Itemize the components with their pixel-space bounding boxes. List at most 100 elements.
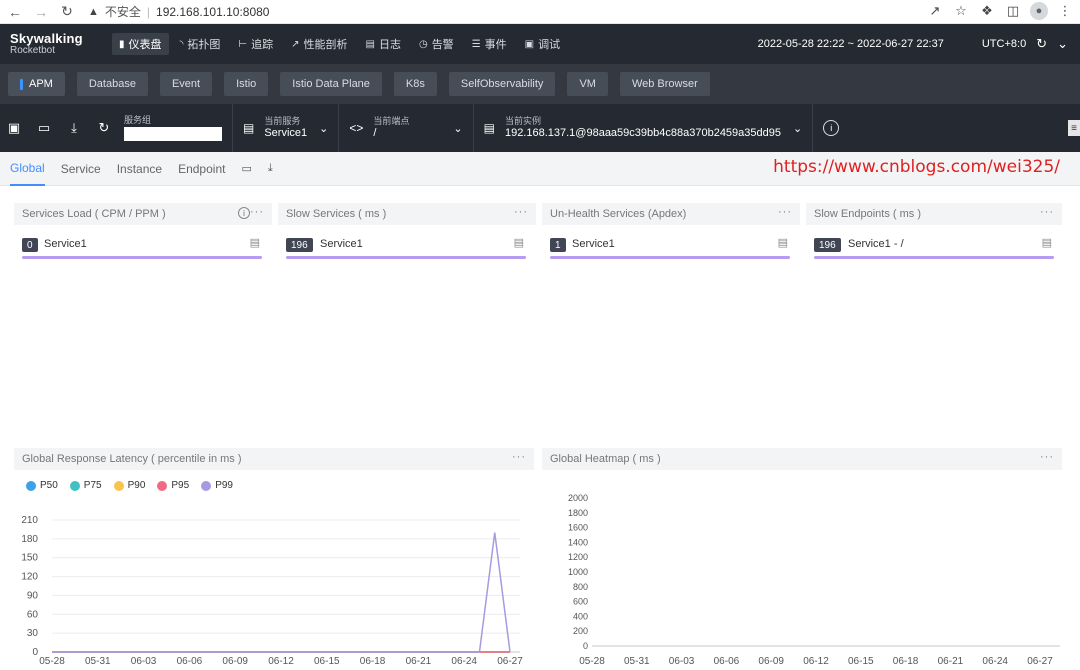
legend-item-p50[interactable]: P50 xyxy=(26,480,58,491)
clipboard-icon[interactable]: ▤ xyxy=(250,236,260,249)
menu-item-log[interactable]: ▤ 日志 xyxy=(359,33,408,55)
browser-toolbar: ← → ↻ ▲ 不安全 | 192.168.101.10:8080 ↗ ☆ ❖ … xyxy=(0,0,1080,24)
clipboard-icon[interactable]: ▤ xyxy=(514,236,524,249)
menu-item-alarm[interactable]: ◷ 告警 xyxy=(412,33,461,55)
endpoint-selector[interactable]: <> 当前端点 / ⌄ xyxy=(339,104,474,152)
service-group-input[interactable] xyxy=(124,127,222,142)
latency-panel-header: Global Response Latency ( percentile in … xyxy=(14,448,534,470)
tab-event[interactable]: Event xyxy=(159,72,213,96)
side-drawer-handle-icon[interactable]: ≡ xyxy=(1068,120,1080,136)
reload-icon[interactable]: ↻ xyxy=(56,1,78,23)
y-tick-label: 0 xyxy=(32,647,38,658)
instance-value: 192.168.137.1@98aaa59c39bb4c88a370b2459a… xyxy=(504,126,781,139)
tab-label: Event xyxy=(171,78,201,90)
tab-istio-data-plane[interactable]: Istio Data Plane xyxy=(280,72,382,96)
refresh-icon[interactable]: ↻ xyxy=(94,118,114,138)
value-badge: 1 xyxy=(550,238,566,252)
service-name[interactable]: Service1 xyxy=(572,238,615,250)
menu-item-debug[interactable]: ▣ 调试 xyxy=(518,33,567,55)
subtab-global[interactable]: Global xyxy=(10,152,45,186)
menu-label: 调试 xyxy=(538,39,561,51)
info-icon[interactable]: i xyxy=(238,207,250,219)
heatmap-chart: 0 200 400 600 800 1000 1200 1400 1600 1800 2000 05-… xyxy=(568,493,1060,667)
legend-item-p99[interactable]: P99 xyxy=(201,480,233,491)
folder-icon[interactable]: ▭ xyxy=(34,118,54,138)
skywalking-logo[interactable]: Skywalking Rocketbot xyxy=(0,32,100,56)
more-options-icon[interactable]: ··· xyxy=(512,451,526,463)
more-options-icon[interactable]: ··· xyxy=(1040,451,1054,463)
extensions-puzzle-icon[interactable]: ❖ xyxy=(978,2,996,20)
more-options-icon[interactable]: ··· xyxy=(778,206,792,218)
legend-swatch xyxy=(26,480,36,491)
legend-item-p75[interactable]: P75 xyxy=(69,480,102,491)
lock-icon[interactable]: ▣ xyxy=(4,118,24,138)
service-label: 当前服务 xyxy=(264,116,301,126)
x-tick-label: 06-21 xyxy=(406,656,432,667)
service-name[interactable]: Service1 xyxy=(320,238,363,250)
more-options-icon[interactable]: ··· xyxy=(514,206,528,218)
y-tick-label: 90 xyxy=(27,590,39,601)
list-item[interactable]: 0 Service1 ▤ xyxy=(22,233,262,259)
more-options-icon[interactable]: ··· xyxy=(250,206,264,218)
logo-title: Skywalking xyxy=(10,31,83,46)
share-icon[interactable]: ↗ xyxy=(926,2,944,20)
back-arrow-icon[interactable]: ← xyxy=(4,1,26,23)
active-indicator xyxy=(20,78,23,90)
bookmark-star-icon[interactable]: ☆ xyxy=(952,2,970,20)
tab-vm[interactable]: VM xyxy=(567,72,608,96)
download-icon[interactable]: ⤓ xyxy=(64,118,84,138)
legend-label: P50 xyxy=(40,480,58,491)
logo-subtitle: Rocketbot xyxy=(10,45,56,56)
more-options-icon[interactable]: ··· xyxy=(1040,206,1054,218)
menu-label: 日志 xyxy=(378,39,401,51)
download-icon[interactable]: ⤓ xyxy=(268,162,273,175)
tab-web-browser[interactable]: Web Browser xyxy=(619,72,710,96)
tab-database[interactable]: Database xyxy=(76,72,148,96)
clipboard-icon[interactable]: ▤ xyxy=(778,236,788,249)
subtab-instance[interactable]: Instance xyxy=(117,152,162,186)
subtab-endpoint[interactable]: Endpoint xyxy=(178,152,225,186)
endpoint-value: / xyxy=(373,126,377,139)
menu-item-dashboard[interactable]: ▮ 仪表盘 xyxy=(112,33,169,55)
y-tick-label: 400 xyxy=(573,611,588,621)
time-range[interactable]: 2022-05-28 22:22 ~ 2022-06-27 22:37 xyxy=(758,38,944,50)
sidepanel-icon[interactable]: ◫ xyxy=(1004,2,1022,20)
value-bar xyxy=(550,256,790,259)
trace-icon: ⊢ xyxy=(238,38,248,50)
clipboard-icon[interactable]: ▤ xyxy=(1042,236,1052,249)
log-icon: ▤ xyxy=(365,38,375,50)
service-selector[interactable]: ▤ 当前服务 Service1 ⌄ xyxy=(233,104,340,152)
forward-arrow-icon[interactable]: → xyxy=(30,1,52,23)
instance-selector[interactable]: ▤ 当前实例 192.168.137.1@98aaa59c39bb4c88a37… xyxy=(474,104,814,152)
info-icon[interactable]: i xyxy=(823,120,840,136)
browser-menu-icon[interactable]: ⋮ xyxy=(1056,2,1074,20)
service-name[interactable]: Service1 xyxy=(44,238,87,250)
menu-item-trace[interactable]: ⊢ 追踪 xyxy=(231,33,280,55)
menu-item-profile[interactable]: ↗ 性能剖析 xyxy=(284,33,354,55)
subtab-service[interactable]: Service xyxy=(61,152,101,186)
legend-item-p90[interactable]: P90 xyxy=(113,480,145,491)
chevron-down-icon[interactable]: ⌄ xyxy=(1057,36,1068,52)
url-text: 192.168.101.10:8080 xyxy=(156,4,270,19)
tab-apm[interactable]: APM xyxy=(8,72,65,96)
menu-item-event[interactable]: ☰ 事件 xyxy=(465,33,514,55)
folder-icon[interactable]: ▭ xyxy=(241,162,251,175)
code-brackets-icon: <> xyxy=(349,121,364,135)
tab-selfobservability[interactable]: SelfObservability xyxy=(448,72,556,96)
legend-item-p95[interactable]: P95 xyxy=(157,480,189,491)
address-bar[interactable]: ▲ 不安全 | 192.168.101.10:8080 xyxy=(88,3,269,20)
value-badge: 0 xyxy=(22,238,38,252)
tab-label: Database xyxy=(88,78,136,90)
tab-istio[interactable]: Istio xyxy=(224,72,269,96)
profile-avatar-icon[interactable]: ● xyxy=(1030,2,1048,20)
x-tick-label: 06-18 xyxy=(893,656,919,667)
endpoint-name[interactable]: Service1 - / xyxy=(848,238,904,250)
timezone[interactable]: UTC+8:0 xyxy=(982,38,1026,50)
list-item[interactable]: 1 Service1 ▤ xyxy=(550,233,790,259)
tab-k8s[interactable]: K8s xyxy=(393,72,437,96)
list-item[interactable]: 196 Service1 - / ▤ xyxy=(814,233,1054,259)
list-item[interactable]: 196 Service1 ▤ xyxy=(286,233,526,259)
refresh-icon[interactable]: ↻ xyxy=(1036,36,1047,52)
topology-icon: ◝ xyxy=(179,38,184,50)
menu-item-topology[interactable]: ◝ 拓扑图 xyxy=(173,33,228,55)
